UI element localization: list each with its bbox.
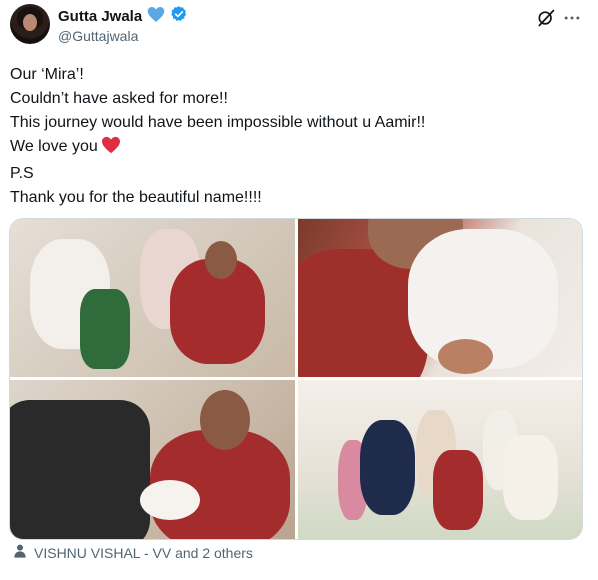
more-icon[interactable] xyxy=(562,8,582,28)
photo-2[interactable] xyxy=(298,219,582,377)
photo-figure xyxy=(140,480,200,520)
author-name-row[interactable]: Gutta Jwala xyxy=(58,5,188,28)
tagged-text[interactable]: VISHNU VISHAL - VV and 2 others xyxy=(34,545,253,561)
photo-figure xyxy=(80,289,130,369)
avatar-face xyxy=(23,14,37,31)
photo-figure xyxy=(360,420,415,515)
blue-heart-icon xyxy=(147,6,165,28)
grok-icon[interactable] xyxy=(536,8,556,28)
tweet-line-with-emoji: We love you xyxy=(10,135,425,162)
tagged-people[interactable]: VISHNU VISHAL - VV and 2 others xyxy=(12,543,253,562)
photo-figure xyxy=(205,241,237,279)
photo-3[interactable] xyxy=(10,380,295,539)
tweet-line: We love you xyxy=(10,138,98,155)
red-heart-emoji xyxy=(101,136,121,162)
photo-figure xyxy=(200,390,250,450)
media-grid[interactable] xyxy=(9,218,583,540)
tweet-line: P.S xyxy=(10,165,34,182)
display-name[interactable]: Gutta Jwala xyxy=(58,8,142,25)
tweet-line: Our ‘Mira’! xyxy=(10,66,84,83)
verified-badge-icon xyxy=(170,5,188,28)
photo-figure xyxy=(10,400,150,539)
photo-4[interactable] xyxy=(298,380,582,539)
photo-1[interactable] xyxy=(10,219,295,377)
photo-figure xyxy=(503,435,558,520)
photo-figure xyxy=(438,339,493,374)
avatar[interactable] xyxy=(10,4,50,44)
tweet-line: Couldn’t have asked for more!! xyxy=(10,90,228,107)
tweet-line: Thank you for the beautiful name!!!! xyxy=(10,189,262,206)
tweet-text: Our ‘Mira’! Couldn’t have asked for more… xyxy=(10,63,425,210)
author-handle[interactable]: @Guttajwala xyxy=(58,28,138,44)
tweet-line: This journey would have been impossible … xyxy=(10,114,426,131)
photo-figure xyxy=(433,450,483,530)
person-icon xyxy=(12,543,28,562)
